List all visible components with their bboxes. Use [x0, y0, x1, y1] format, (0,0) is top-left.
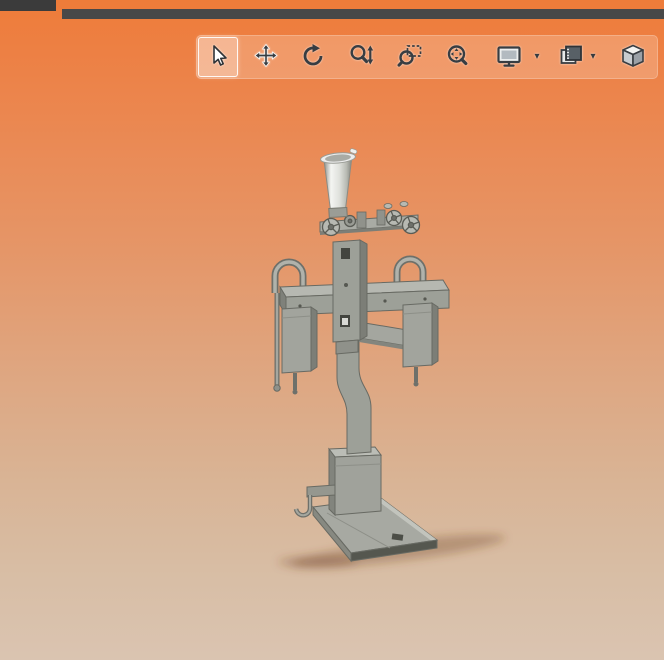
monitor-icon [495, 42, 523, 73]
zoom-to-fit-tool-button[interactable] [438, 37, 478, 77]
zoom-in-out-tool-button[interactable] [342, 37, 382, 77]
pan-arrows-icon [252, 42, 280, 73]
assembly-model[interactable] [271, 148, 450, 563]
app-window: ▾ ▾ [0, 0, 664, 660]
magnifier-area-icon [396, 42, 424, 73]
graphics-viewport[interactable] [0, 19, 664, 660]
pan-tool-button[interactable] [246, 37, 286, 77]
scene-pages-icon [557, 42, 585, 73]
view-orientation-tool-button[interactable] [613, 37, 653, 77]
cursor-arrow-icon [204, 42, 232, 73]
select-tool-button[interactable] [198, 37, 238, 77]
view-toolbar: ▾ ▾ [196, 35, 658, 79]
magnifier-arrow-icon [348, 42, 376, 73]
display-style-dropdown-chevron-icon[interactable]: ▾ [530, 48, 544, 66]
rotate-arrows-icon [299, 42, 327, 73]
display-style-tool-button[interactable] [489, 37, 529, 77]
3d-model[interactable] [0, 0, 664, 660]
rotate-view-tool-button[interactable] [293, 37, 333, 77]
magnifier-fit-icon [444, 42, 472, 73]
zoom-to-area-tool-button[interactable] [390, 37, 430, 77]
apply-scene-dropdown-chevron-icon[interactable]: ▾ [586, 48, 600, 66]
apply-scene-tool-button[interactable] [551, 37, 591, 77]
isometric-cube-icon [619, 42, 647, 73]
